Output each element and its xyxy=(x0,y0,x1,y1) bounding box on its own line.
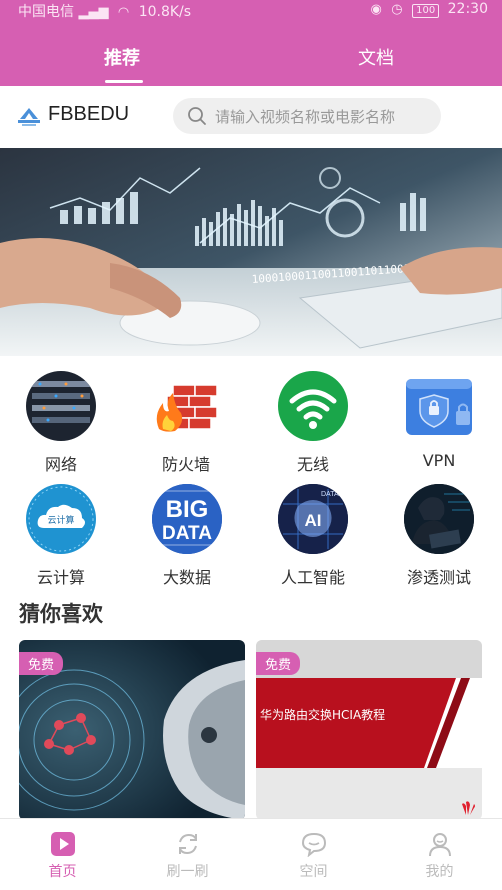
category-label: 渗透测试 xyxy=(406,568,471,587)
banner-image[interactable]: 1000100011001100110110010 xyxy=(0,148,502,356)
free-badge: 免费 xyxy=(256,652,301,675)
ai-data-text: DATA xyxy=(321,491,339,498)
profile-icon xyxy=(429,833,451,857)
nav-label: 首页 xyxy=(48,864,77,880)
search-input[interactable]: 请输入视频名称或电影名称 xyxy=(173,98,441,134)
search-row: FBBEDU 请输入视频名称或电影名称 xyxy=(0,86,502,148)
nav-space[interactable]: 空间 xyxy=(251,819,376,890)
cloud-computing-icon: 云计算 xyxy=(26,484,96,554)
status-bar: 中国电信 ▂▄▆ ◠ 10.8K/s ◉ ◷ 100 22:30 xyxy=(0,0,502,20)
category-label: 网络 xyxy=(44,455,77,474)
battery-icon: 100 xyxy=(412,4,440,18)
course-caption: 华为路由交换HCIA教程 xyxy=(260,708,386,722)
nav-label: 刷一刷 xyxy=(166,864,209,880)
category-label: 防火墙 xyxy=(161,455,210,474)
status-right: ◉ ◷ 100 22:30 xyxy=(370,1,488,18)
category-label: 云计算 xyxy=(36,568,85,587)
network-speed: 10.8K/s xyxy=(138,4,192,20)
status-time: 22:30 xyxy=(447,1,488,17)
refresh-icon xyxy=(179,833,197,855)
tab-recommend[interactable]: 推荐 xyxy=(104,44,140,70)
category-label: 人工智能 xyxy=(280,568,345,587)
eye-icon: ◉ xyxy=(370,2,382,17)
brand-name: FBBEDU xyxy=(48,103,130,125)
nav-mine[interactable]: 我的 xyxy=(377,819,502,890)
signal-icon: ▂▄▆ xyxy=(78,5,109,20)
nav-refresh[interactable]: 刷一刷 xyxy=(125,819,250,890)
banner-illustration: 1000100011001100110110010 xyxy=(0,148,502,356)
bigdata-line1: BIG xyxy=(166,496,209,523)
search-icon xyxy=(188,107,206,125)
brand-logo-icon xyxy=(18,108,40,126)
cloud-text: 云计算 xyxy=(47,514,74,526)
nav-label: 我的 xyxy=(425,864,454,880)
wifi-icon xyxy=(278,371,348,441)
ai-icon: AI DATA xyxy=(278,484,348,554)
chat-bubble-icon xyxy=(301,832,327,857)
carrier-label: 中国电信 xyxy=(18,4,74,20)
course-card[interactable]: 免费 华为路由交换HCIA教程 xyxy=(256,640,482,820)
category-label: VPN xyxy=(422,451,456,470)
category-label: 无线 xyxy=(296,455,329,474)
course-card[interactable]: 免费 xyxy=(19,640,245,820)
recommend-section-title: 猜你喜欢 xyxy=(19,602,103,626)
penetration-test-icon xyxy=(404,484,474,554)
status-left: 中国电信 ▂▄▆ ◠ 10.8K/s xyxy=(18,1,191,21)
active-tab-indicator xyxy=(105,80,143,83)
bottom-navigation: 首页 刷一刷 空间 我的 xyxy=(0,818,502,890)
wifi-status-icon: ◠ xyxy=(117,5,130,20)
free-badge: 免费 xyxy=(19,652,64,675)
app-header: 中国电信 ▂▄▆ ◠ 10.8K/s ◉ ◷ 100 22:30 推荐 文档 xyxy=(0,0,502,86)
big-data-icon: BIG DATA xyxy=(152,484,222,554)
vpn-icon xyxy=(404,371,474,441)
top-tabs: 推荐 文档 xyxy=(0,36,502,86)
tab-documents[interactable]: 文档 xyxy=(358,44,394,70)
home-play-icon xyxy=(51,832,75,856)
network-icon xyxy=(26,371,96,441)
bigdata-line2: DATA xyxy=(162,523,212,544)
ai-text: AI xyxy=(305,511,322,530)
category-label: 大数据 xyxy=(162,568,211,587)
firewall-icon xyxy=(151,371,221,441)
nav-label: 空间 xyxy=(299,864,328,880)
nav-home[interactable]: 首页 xyxy=(0,819,125,890)
alarm-icon: ◷ xyxy=(391,2,403,17)
search-placeholder: 请输入视频名称或电影名称 xyxy=(215,108,396,126)
